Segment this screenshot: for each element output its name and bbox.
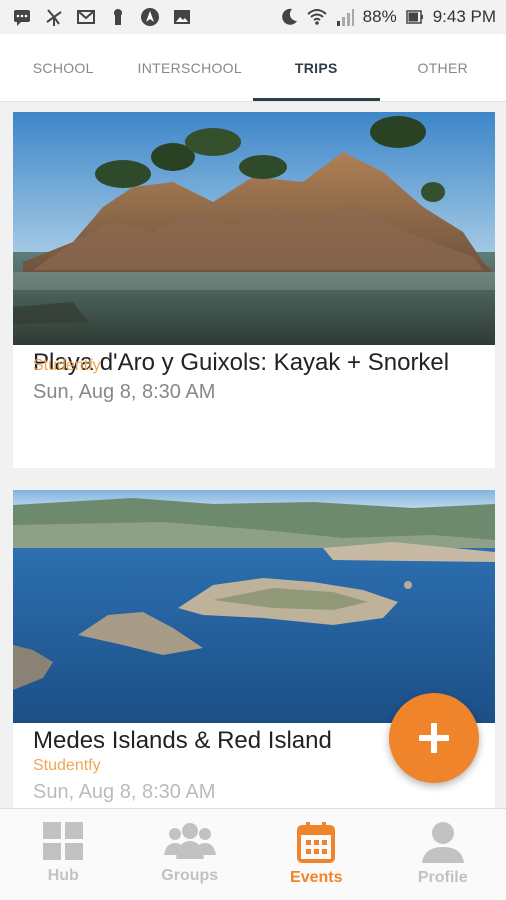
- clock: 9:43 PM: [432, 7, 496, 26]
- keyhole-icon: [114, 9, 122, 25]
- moon-icon: [281, 8, 297, 25]
- nav-profile[interactable]: Profile: [380, 809, 506, 900]
- nav-groups-label: Groups: [161, 867, 219, 884]
- add-event-button[interactable]: [389, 693, 479, 783]
- tab-school[interactable]: SCHOOL: [0, 34, 127, 101]
- system-status: 88% 9:43 PM: [279, 7, 496, 27]
- calendar-icon: [297, 822, 336, 863]
- event-card[interactable]: Playa d'Aro y Guixols: Kayak + Snorkel S…: [13, 112, 495, 468]
- signal-icon: [336, 9, 354, 26]
- tab-other[interactable]: OTHER: [380, 34, 506, 101]
- nav-events-label: Events: [290, 869, 343, 886]
- nav-profile-label: Profile: [417, 869, 468, 886]
- nav-events[interactable]: Events: [253, 809, 380, 900]
- pinwheel-icon: [46, 9, 62, 26]
- nav-hub-label: Hub: [47, 867, 79, 884]
- tab-trips[interactable]: TRIPS: [253, 34, 380, 101]
- grid-icon: [43, 822, 84, 860]
- bottom-navigation: Hub Groups Events Profile: [0, 808, 506, 900]
- gmail-icon: [77, 10, 95, 24]
- notification-icons: [12, 7, 192, 27]
- plus-icon: [419, 723, 449, 753]
- status-bar: 88% 9:43 PM: [0, 0, 506, 34]
- people-icon: [163, 823, 216, 859]
- category-tabs: SCHOOL INTERSCHOOL TRIPS OTHER: [0, 34, 506, 102]
- image-icon: [174, 10, 190, 24]
- battery-percentage: 88%: [362, 7, 397, 26]
- message-icon: [14, 10, 30, 26]
- battery-icon: [405, 10, 423, 24]
- event-image[interactable]: [13, 112, 495, 345]
- event-image[interactable]: [13, 490, 495, 723]
- navigation-icon: [141, 8, 159, 26]
- nav-hub[interactable]: Hub: [0, 809, 127, 900]
- person-icon: [421, 822, 464, 863]
- wifi-icon: [306, 9, 327, 25]
- event-date: Sun, Aug 8, 8:30 AM: [33, 381, 216, 403]
- tab-interschool[interactable]: INTERSCHOOL: [127, 34, 254, 101]
- nav-groups[interactable]: Groups: [127, 809, 254, 900]
